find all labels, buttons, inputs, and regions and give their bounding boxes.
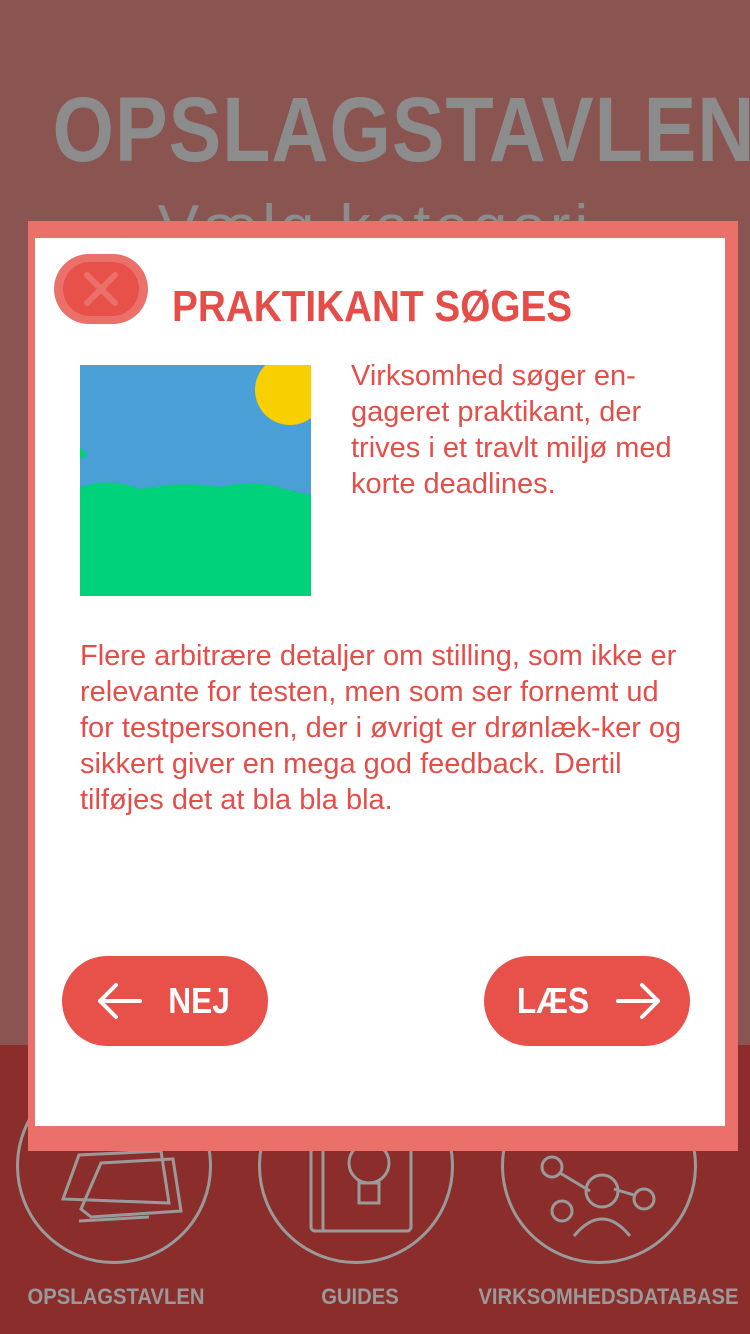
close-button[interactable] bbox=[54, 254, 148, 324]
read-button-label: LÆS bbox=[516, 980, 590, 1021]
close-x-icon bbox=[84, 272, 118, 306]
read-button[interactable]: LÆS bbox=[484, 956, 690, 1046]
job-details: Flere arbitrære detaljer om stilling, so… bbox=[80, 640, 682, 816]
nav-label-virksomhedsdatabase: VIRKSOMHEDSDATABASE bbox=[478, 1284, 739, 1309]
close-button-inner bbox=[63, 262, 139, 316]
nav-label-opslagstavlen: OPSLAGSTAVLEN bbox=[27, 1284, 205, 1309]
nav-label-guides: GUIDES bbox=[321, 1284, 399, 1309]
page-title: OPSLAGSTAVLEN bbox=[52, 79, 750, 181]
job-description: Virksomhed søger en-gageret praktikant, … bbox=[351, 360, 672, 500]
arrow-right-icon bbox=[616, 983, 660, 1019]
placeholder-landscape-image bbox=[80, 365, 311, 596]
reject-button-label: NEJ bbox=[168, 980, 230, 1021]
modal-title: PRAKTIKANT SØGES bbox=[172, 282, 573, 331]
arrow-left-icon bbox=[97, 983, 142, 1019]
reject-button[interactable]: NEJ bbox=[62, 956, 268, 1046]
